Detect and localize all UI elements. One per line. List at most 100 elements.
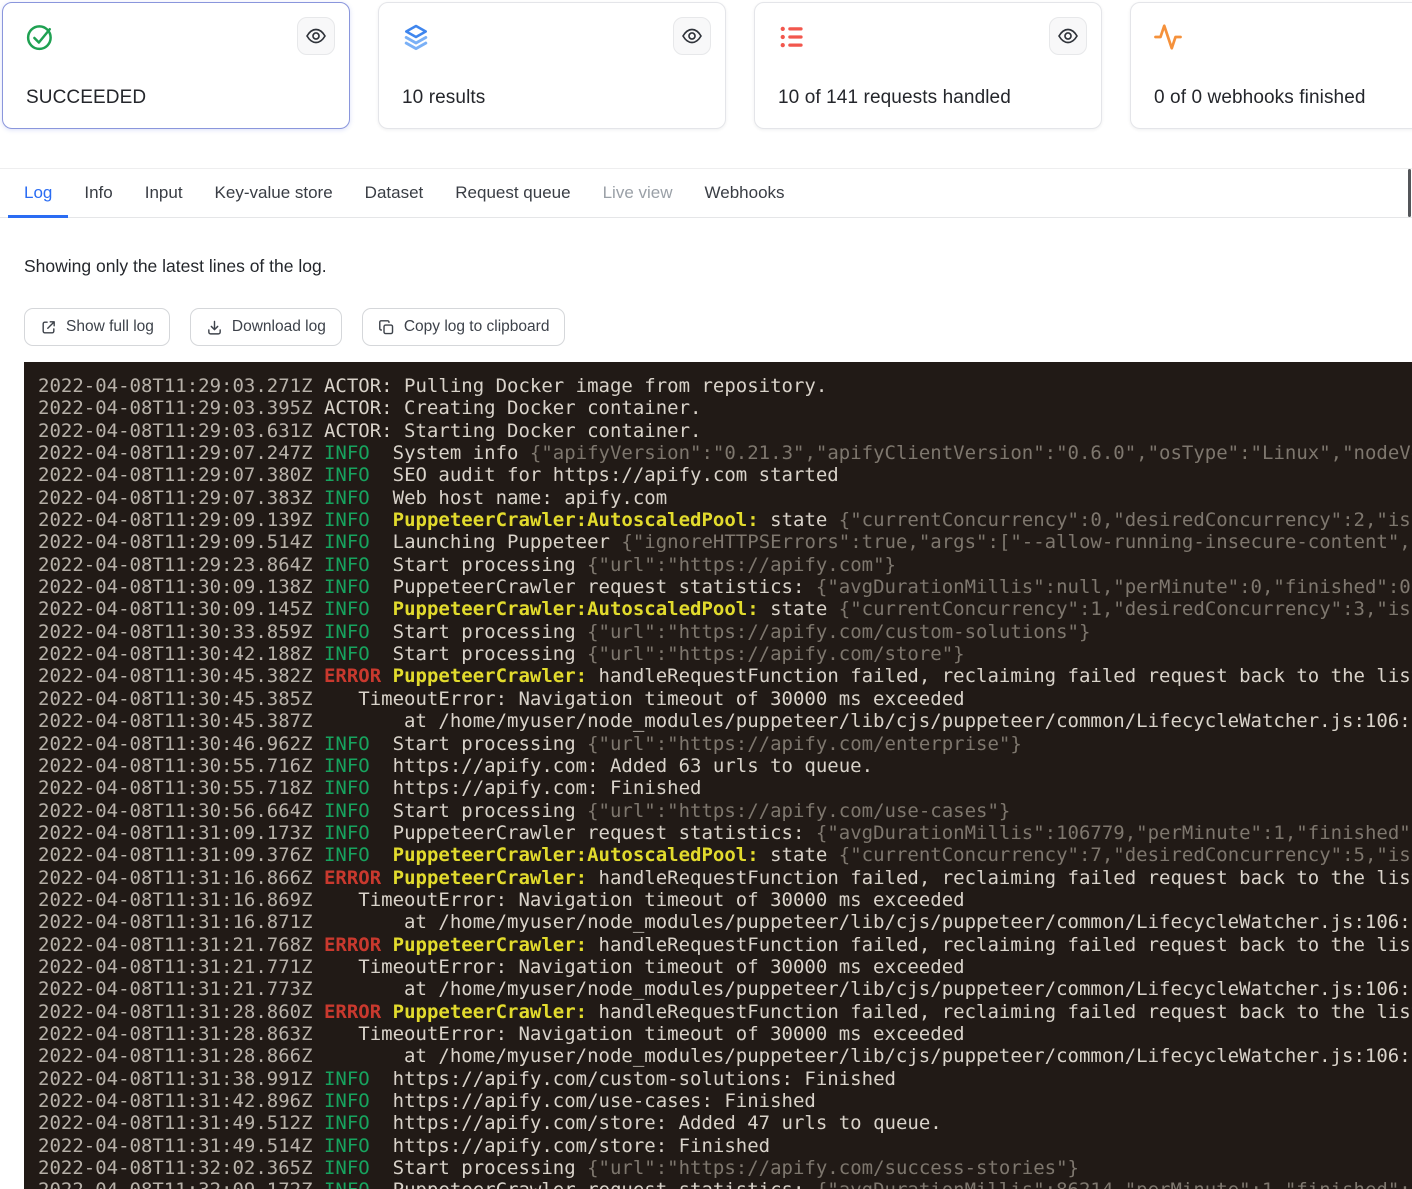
log-segment: INFO bbox=[324, 442, 370, 464]
log-line: 2022-04-08T11:31:21.771Z TimeoutError: N… bbox=[38, 956, 1412, 978]
log-segment: at /home/myuser/node_modules/puppeteer/l… bbox=[324, 978, 1412, 1000]
log-segment: at /home/myuser/node_modules/puppeteer/l… bbox=[324, 911, 1412, 933]
tab-webhooks[interactable]: Webhooks bbox=[689, 169, 801, 217]
log-segment: state bbox=[759, 844, 839, 866]
external-link-icon bbox=[40, 319, 57, 336]
log-segment: INFO bbox=[324, 509, 370, 531]
log-segment: {"url":"https://apify.com/store"} bbox=[587, 643, 965, 665]
log-segment: INFO bbox=[324, 643, 370, 665]
log-line: 2022-04-08T11:31:42.896Z INFO https://ap… bbox=[38, 1090, 1412, 1112]
log-segment: ERROR bbox=[324, 867, 381, 889]
log-segment: ERROR bbox=[324, 1001, 381, 1023]
log-line: 2022-04-08T11:31:16.871Z at /home/myuser… bbox=[38, 911, 1412, 933]
log-segment: Start processing bbox=[370, 554, 587, 576]
log-segment: PuppeteerCrawler: bbox=[393, 934, 587, 956]
view-detail-button[interactable] bbox=[1049, 17, 1087, 55]
card-results[interactable]: 10 results bbox=[378, 2, 726, 129]
log-segment: 2022-04-08T11:31:49.514Z bbox=[38, 1135, 324, 1157]
log-segment: PuppeteerCrawler: bbox=[393, 665, 587, 687]
log-segment: INFO bbox=[324, 800, 370, 822]
log-segment: state bbox=[759, 598, 839, 620]
eye-icon bbox=[681, 25, 703, 47]
card-run-status[interactable]: SUCCEEDED bbox=[2, 2, 350, 129]
log-segment: 2022-04-08T11:29:03.631Z bbox=[38, 420, 324, 442]
log-segment: 2022-04-08T11:29:09.514Z bbox=[38, 531, 324, 553]
log-segment: INFO bbox=[324, 621, 370, 643]
log-segment: Web host name: apify.com bbox=[370, 487, 667, 509]
log-segment: Start processing bbox=[370, 733, 587, 755]
log-segment: handleRequestFunction failed, reclaiming… bbox=[587, 665, 1412, 687]
tab-request-queue[interactable]: Request queue bbox=[439, 169, 586, 217]
log-segment: https://apify.com/store: Finished bbox=[370, 1135, 770, 1157]
eye-icon bbox=[1057, 25, 1079, 47]
card-requests[interactable]: 10 of 141 requests handled bbox=[754, 2, 1102, 129]
log-segment: 2022-04-08T11:30:46.962Z bbox=[38, 733, 324, 755]
log-segment: 2022-04-08T11:30:55.718Z bbox=[38, 777, 324, 799]
log-segment: ACTOR: Pulling Docker image from reposit… bbox=[324, 375, 827, 397]
log-line: 2022-04-08T11:31:16.869Z TimeoutError: N… bbox=[38, 889, 1412, 911]
log-segment: 2022-04-08T11:29:23.864Z bbox=[38, 554, 324, 576]
log-segment: {"currentConcurrency":7,"desiredConcurre… bbox=[839, 844, 1412, 866]
log-segment: TimeoutError: Navigation timeout of 3000… bbox=[324, 1023, 965, 1045]
log-segment: {"avgDurationMillis":106779,"perMinute":… bbox=[816, 822, 1412, 844]
tab-dataset[interactable]: Dataset bbox=[349, 169, 440, 217]
log-line: 2022-04-08T11:29:09.139Z INFO PuppeteerC… bbox=[38, 509, 1412, 531]
log-segment: 2022-04-08T11:31:09.173Z bbox=[38, 822, 324, 844]
tab-log[interactable]: Log bbox=[8, 169, 68, 217]
view-detail-button[interactable] bbox=[673, 17, 711, 55]
copy-icon bbox=[378, 319, 395, 336]
log-line: 2022-04-08T11:31:28.866Z at /home/myuser… bbox=[38, 1045, 1412, 1067]
log-segment bbox=[370, 844, 393, 866]
log-segment: 2022-04-08T11:31:09.376Z bbox=[38, 844, 324, 866]
log-segment: System info bbox=[370, 442, 530, 464]
log-line: 2022-04-08T11:31:49.514Z INFO https://ap… bbox=[38, 1135, 1412, 1157]
log-segment: 2022-04-08T11:31:42.896Z bbox=[38, 1090, 324, 1112]
log-segment: Launching Puppeteer bbox=[370, 531, 622, 553]
list-icon bbox=[777, 22, 807, 52]
log-segment: INFO bbox=[324, 531, 370, 553]
tab-info[interactable]: Info bbox=[68, 169, 128, 217]
log-segment: TimeoutError: Navigation timeout of 3000… bbox=[324, 688, 965, 710]
log-segment: ACTOR: Starting Docker container. bbox=[324, 420, 702, 442]
log-segment: handleRequestFunction failed, reclaiming… bbox=[587, 1001, 1412, 1023]
eye-icon bbox=[305, 25, 327, 47]
log-actions: Show full log Download log Copy log to cli… bbox=[24, 308, 565, 346]
scrollbar-thumb[interactable] bbox=[1408, 169, 1411, 217]
tab-key-value-store[interactable]: Key-value store bbox=[199, 169, 349, 217]
view-detail-button[interactable] bbox=[297, 17, 335, 55]
log-segment: INFO bbox=[324, 733, 370, 755]
log-line: 2022-04-08T11:30:55.718Z INFO https://ap… bbox=[38, 777, 1412, 799]
log-line: 2022-04-08T11:30:33.859Z INFO Start proc… bbox=[38, 621, 1412, 643]
log-line: 2022-04-08T11:30:56.664Z INFO Start proc… bbox=[38, 800, 1412, 822]
log-segment: ERROR bbox=[324, 934, 381, 956]
log-segment: INFO bbox=[324, 598, 370, 620]
log-segment: INFO bbox=[324, 755, 370, 777]
log-line: 2022-04-08T11:29:07.247Z INFO System inf… bbox=[38, 442, 1412, 464]
log-segment: {"currentConcurrency":1,"desiredConcurre… bbox=[839, 598, 1412, 620]
check-circle-icon bbox=[25, 22, 55, 52]
log-segment: TimeoutError: Navigation timeout of 3000… bbox=[324, 956, 965, 978]
log-line: 2022-04-08T11:31:16.866Z ERROR Puppeteer… bbox=[38, 867, 1412, 889]
log-segment: {"ignoreHTTPSErrors":true,"args":["--all… bbox=[621, 531, 1412, 553]
log-segment: PuppeteerCrawler: bbox=[393, 1001, 587, 1023]
log-segment: PuppeteerCrawler:AutoscaledPool: bbox=[393, 844, 759, 866]
log-segment: INFO bbox=[324, 822, 370, 844]
card-webhooks[interactable]: 0 of 0 webhooks finished bbox=[1130, 2, 1412, 129]
button-label: Copy log to clipboard bbox=[404, 318, 550, 336]
log-output[interactable]: 2022-04-08T11:29:03.271Z ACTOR: Pulling … bbox=[24, 362, 1412, 1189]
log-segment: 2022-04-08T11:30:33.859Z bbox=[38, 621, 324, 643]
copy-log-button[interactable]: Copy log to clipboard bbox=[362, 308, 566, 346]
tab-live-view[interactable]: Live view bbox=[587, 169, 689, 217]
log-line: 2022-04-08T11:31:21.768Z ERROR Puppeteer… bbox=[38, 934, 1412, 956]
log-note: Showing only the latest lines of the log… bbox=[24, 256, 327, 277]
download-log-button[interactable]: Download log bbox=[190, 308, 342, 346]
log-segment: INFO bbox=[324, 777, 370, 799]
log-segment: INFO bbox=[324, 464, 370, 486]
log-segment: 2022-04-08T11:31:28.863Z bbox=[38, 1023, 324, 1045]
tab-input[interactable]: Input bbox=[129, 169, 199, 217]
show-full-log-button[interactable]: Show full log bbox=[24, 308, 170, 346]
log-segment: 2022-04-08T11:29:03.395Z bbox=[38, 397, 324, 419]
card-label: SUCCEEDED bbox=[26, 87, 146, 109]
card-label: 0 of 0 webhooks finished bbox=[1154, 87, 1366, 109]
log-segment: 2022-04-08T11:30:56.664Z bbox=[38, 800, 324, 822]
